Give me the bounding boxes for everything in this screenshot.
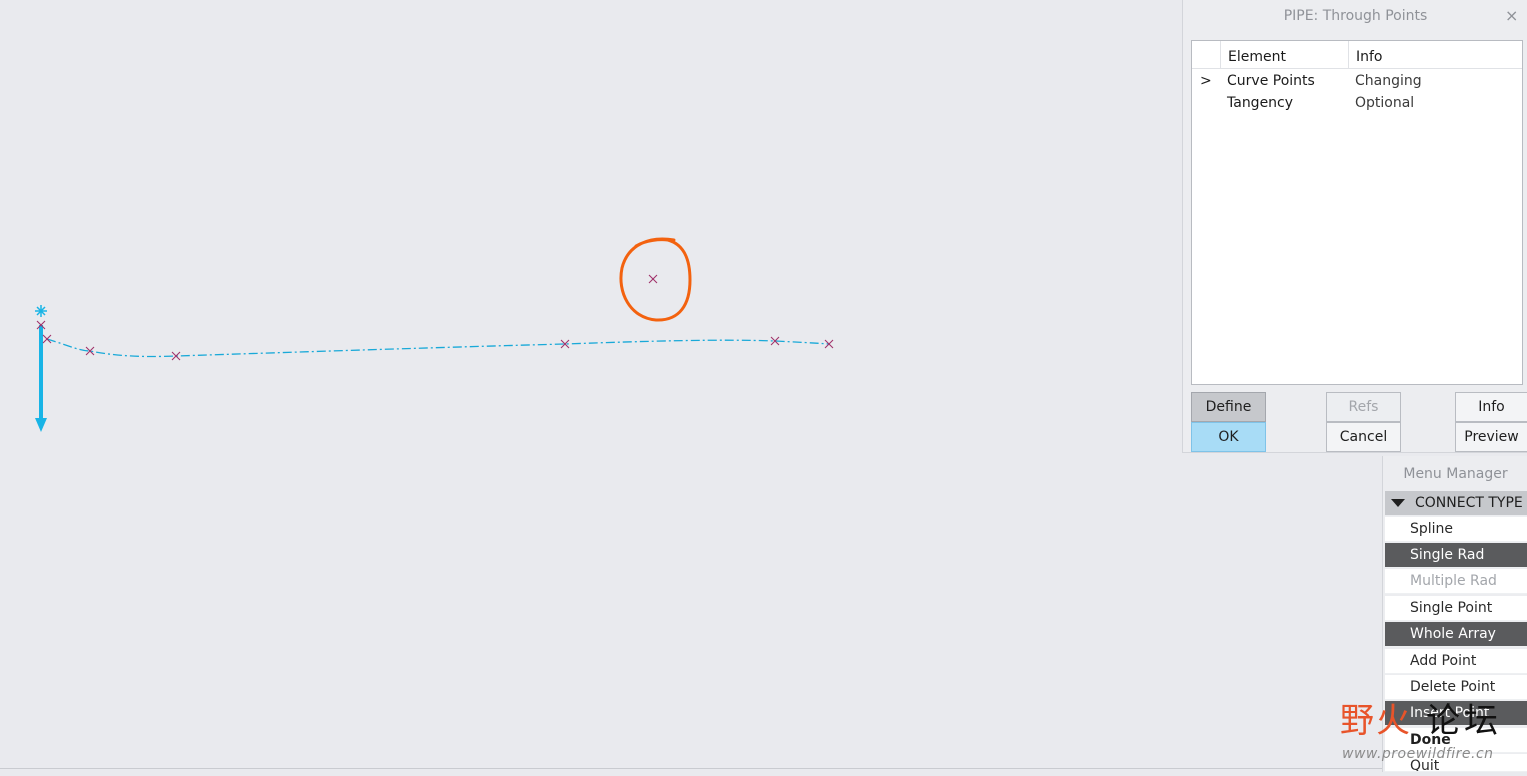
row-element-name[interactable]: Tangency <box>1227 95 1293 111</box>
dialog-title: PIPE: Through Points <box>1283 8 1428 24</box>
menu-item-insert-point[interactable]: Insert Point <box>1385 701 1527 726</box>
chevron-right-icon: > <box>1200 73 1212 89</box>
menu-item-whole-array[interactable]: Whole Array <box>1385 622 1527 647</box>
pipe-curve[interactable] <box>46 338 830 358</box>
row-element-name[interactable]: Curve Points <box>1227 73 1315 89</box>
menu-item-quit[interactable]: Quit <box>1385 754 1527 772</box>
menu-item-single-rad[interactable]: Single Rad <box>1385 543 1527 568</box>
status-divider <box>0 768 1527 769</box>
direction-arrow-head <box>35 418 47 432</box>
row-element-info[interactable]: Optional <box>1355 95 1414 111</box>
row-element-info[interactable]: Changing <box>1355 73 1422 89</box>
point-marker-detached[interactable] <box>648 274 658 284</box>
connect-type-section[interactable]: CONNECT TYPE <box>1385 491 1527 515</box>
define-button[interactable]: Define <box>1191 392 1266 422</box>
start-point-marker[interactable] <box>35 305 47 317</box>
section-label: CONNECT TYPE <box>1415 495 1523 511</box>
point-marker[interactable] <box>824 339 834 349</box>
column-header-element[interactable]: Element <box>1228 49 1286 65</box>
menu-manager-title: Menu Manager <box>1403 466 1508 482</box>
element-table: Element Info > Curve Points Changing Tan… <box>1191 40 1523 385</box>
menu-item-delete-point[interactable]: Delete Point <box>1385 675 1527 700</box>
annotation-circle <box>619 237 692 322</box>
preview-button[interactable]: Preview <box>1455 422 1527 452</box>
pipe-through-points-dialog: PIPE: Through Points × Element Info > Cu… <box>1182 0 1527 453</box>
menu-item-done[interactable]: Done <box>1385 728 1527 753</box>
ok-button[interactable]: OK <box>1191 422 1266 452</box>
refs-button[interactable]: Refs <box>1326 392 1401 422</box>
menu-item-single-point[interactable]: Single Point <box>1385 596 1527 621</box>
column-header-info[interactable]: Info <box>1356 49 1383 65</box>
point-marker[interactable] <box>171 351 181 361</box>
table-header: Element Info <box>1192 41 1522 69</box>
info-button[interactable]: Info <box>1455 392 1527 422</box>
close-icon[interactable]: × <box>1505 6 1518 25</box>
menu-manager: Menu Manager CONNECT TYPE Spline Single … <box>1382 456 1527 772</box>
menu-item-multiple-rad[interactable]: Multiple Rad <box>1385 569 1527 594</box>
point-marker[interactable] <box>42 334 52 344</box>
triangle-down-icon[interactable] <box>1391 499 1405 507</box>
cancel-button[interactable]: Cancel <box>1326 422 1401 452</box>
menu-item-add-point[interactable]: Add Point <box>1385 649 1527 674</box>
menu-item-spline[interactable]: Spline <box>1385 517 1527 542</box>
